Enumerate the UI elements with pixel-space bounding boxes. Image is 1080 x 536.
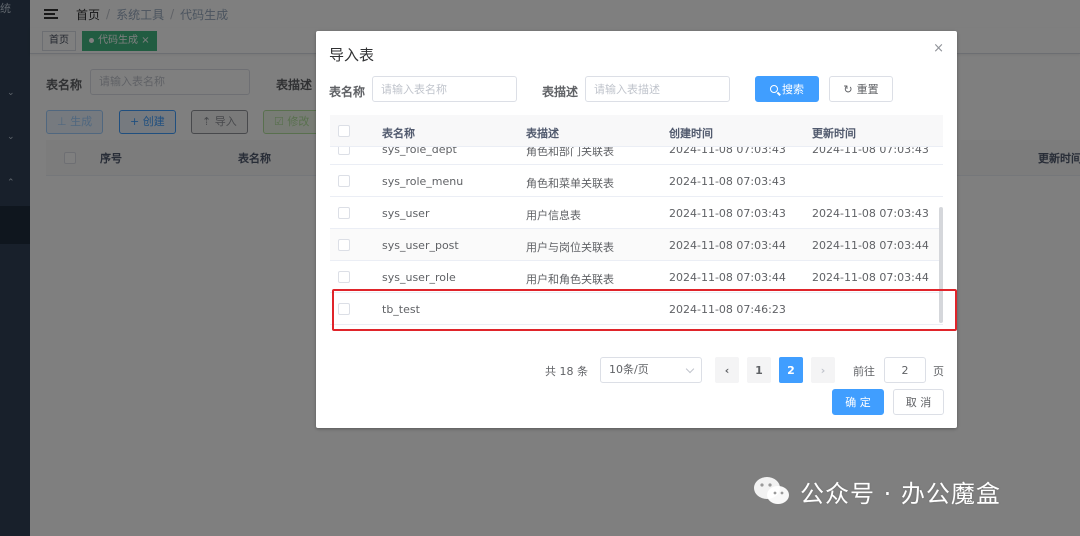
table-row[interactable]: sys_user_role 用户和角色关联表 2024-11-08 07:03:… <box>330 261 943 293</box>
column-table-name: 表名称 <box>382 127 415 140</box>
table-name-label: 表名称 <box>329 85 366 99</box>
import-table-dialog: 导入表 × 表名称 表描述 搜索 ↻ 重置 sys_role_dept 角色和部… <box>316 31 957 428</box>
cell-table-name: sys_user_post <box>382 239 459 252</box>
row-checkbox[interactable] <box>338 207 350 219</box>
cell-created: 2024-11-08 07:03:44 <box>669 239 786 252</box>
chevron-down-icon <box>685 364 695 374</box>
goto-label: 前往 <box>853 365 875 378</box>
dialog-title: 导入表 <box>329 46 375 64</box>
next-page-button[interactable]: › <box>811 357 835 383</box>
column-created: 创建时间 <box>669 127 713 140</box>
page-size-value: 10条/页 <box>609 363 649 376</box>
close-icon[interactable]: × <box>933 41 944 56</box>
cell-updated: 2024-11-08 07:03:44 <box>812 271 929 284</box>
column-table-desc: 表描述 <box>526 127 559 140</box>
cell-created: 2024-11-08 07:03:43 <box>669 175 786 188</box>
row-checkbox[interactable] <box>338 303 350 315</box>
table-row[interactable]: sys_user 用户信息表 2024-11-08 07:03:43 2024-… <box>330 197 943 229</box>
table-scrollbar[interactable] <box>939 207 943 323</box>
row-checkbox[interactable] <box>338 271 350 283</box>
reset-button-label: 重置 <box>856 83 879 96</box>
reset-button[interactable]: ↻ 重置 <box>829 76 893 102</box>
goto-page-input[interactable] <box>884 357 926 383</box>
page-size-select[interactable]: 10条/页 <box>600 357 702 383</box>
confirm-button[interactable]: 确 定 <box>832 389 884 415</box>
goto-suffix: 页 <box>933 365 944 378</box>
cell-table-desc: 用户信息表 <box>526 209 581 222</box>
watermark-text: 公众号 · 办公魔盒 <box>800 479 1001 508</box>
table-header: 表名称 表描述 创建时间 更新时间 <box>330 115 943 147</box>
cell-table-desc: 角色和菜单关联表 <box>526 177 614 190</box>
cancel-button[interactable]: 取 消 <box>893 389 944 415</box>
cell-table-name: sys_role_menu <box>382 175 464 188</box>
cell-table-desc: 用户与岗位关联表 <box>526 241 614 254</box>
table-desc-input[interactable] <box>585 76 730 102</box>
table-row[interactable]: sys_role_menu 角色和菜单关联表 2024-11-08 07:03:… <box>330 165 943 197</box>
page-button-1[interactable]: 1 <box>747 357 771 383</box>
table-desc-label: 表描述 <box>542 85 579 99</box>
cell-updated: 2024-11-08 07:03:44 <box>812 239 929 252</box>
pagination: 共 18 条 10条/页 ‹ 1 2 › 前往 页 <box>316 357 957 383</box>
prev-page-button[interactable]: ‹ <box>715 357 739 383</box>
search-icon <box>770 85 778 93</box>
watermark: 公众号 · 办公魔盒 <box>752 472 1001 510</box>
cell-created: 2024-11-08 07:03:43 <box>669 207 786 220</box>
search-button-label: 搜索 <box>782 83 804 96</box>
refresh-icon: ↻ <box>843 82 853 96</box>
cell-table-name: sys_user_role <box>382 271 456 284</box>
select-all-checkbox[interactable] <box>338 125 350 137</box>
table-row[interactable]: sys_user_post 用户与岗位关联表 2024-11-08 07:03:… <box>330 229 943 261</box>
page-button-2[interactable]: 2 <box>779 357 803 383</box>
table-row[interactable]: tb_test 2024-11-08 07:46:23 <box>330 293 943 325</box>
cell-created: 2024-11-08 07:03:44 <box>669 271 786 284</box>
wechat-icon <box>754 477 789 504</box>
cell-table-name: tb_test <box>382 303 420 316</box>
cell-table-name: sys_user <box>382 207 430 220</box>
row-checkbox[interactable] <box>338 239 350 251</box>
table-name-input[interactable] <box>372 76 517 102</box>
cell-created: 2024-11-08 07:46:23 <box>669 303 786 316</box>
pagination-total: 共 18 条 <box>545 365 588 378</box>
import-table: sys_role_dept 角色和部门关联表 2024-11-08 07:03:… <box>330 115 943 331</box>
search-button[interactable]: 搜索 <box>755 76 819 102</box>
cell-updated: 2024-11-08 07:03:43 <box>812 207 929 220</box>
cell-table-desc: 用户和角色关联表 <box>526 273 614 286</box>
column-updated: 更新时间 <box>812 127 856 140</box>
row-checkbox[interactable] <box>338 175 350 187</box>
